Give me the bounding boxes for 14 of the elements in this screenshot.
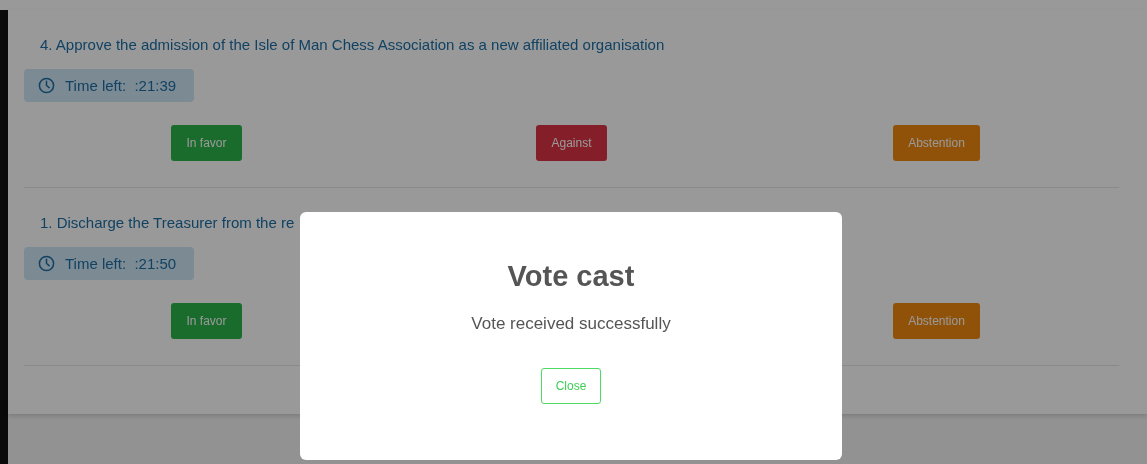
clock-icon (38, 255, 55, 272)
modal-message: Vote received successfully (471, 314, 671, 334)
time-left-text: Time left: :21:39 (65, 77, 177, 94)
question-title: 4. Approve the admission of the Isle of Man Chess Association as a new affiliated organisation (39, 35, 666, 55)
vote-button[interactable]: In favor (171, 125, 242, 161)
vote-button[interactable]: Abstention (893, 125, 980, 161)
vote-button[interactable]: In favor (171, 303, 242, 339)
vote-button[interactable]: Abstention (893, 303, 980, 339)
question-title: 1. Discharge the Treasurer from the re (39, 213, 296, 233)
close-button[interactable]: Close (540, 368, 602, 404)
vote-button[interactable]: Against (536, 125, 607, 161)
modal-title: Vote cast (507, 259, 635, 294)
time-left-text: Time left: :21:50 (65, 255, 177, 272)
clock-icon (38, 77, 55, 94)
